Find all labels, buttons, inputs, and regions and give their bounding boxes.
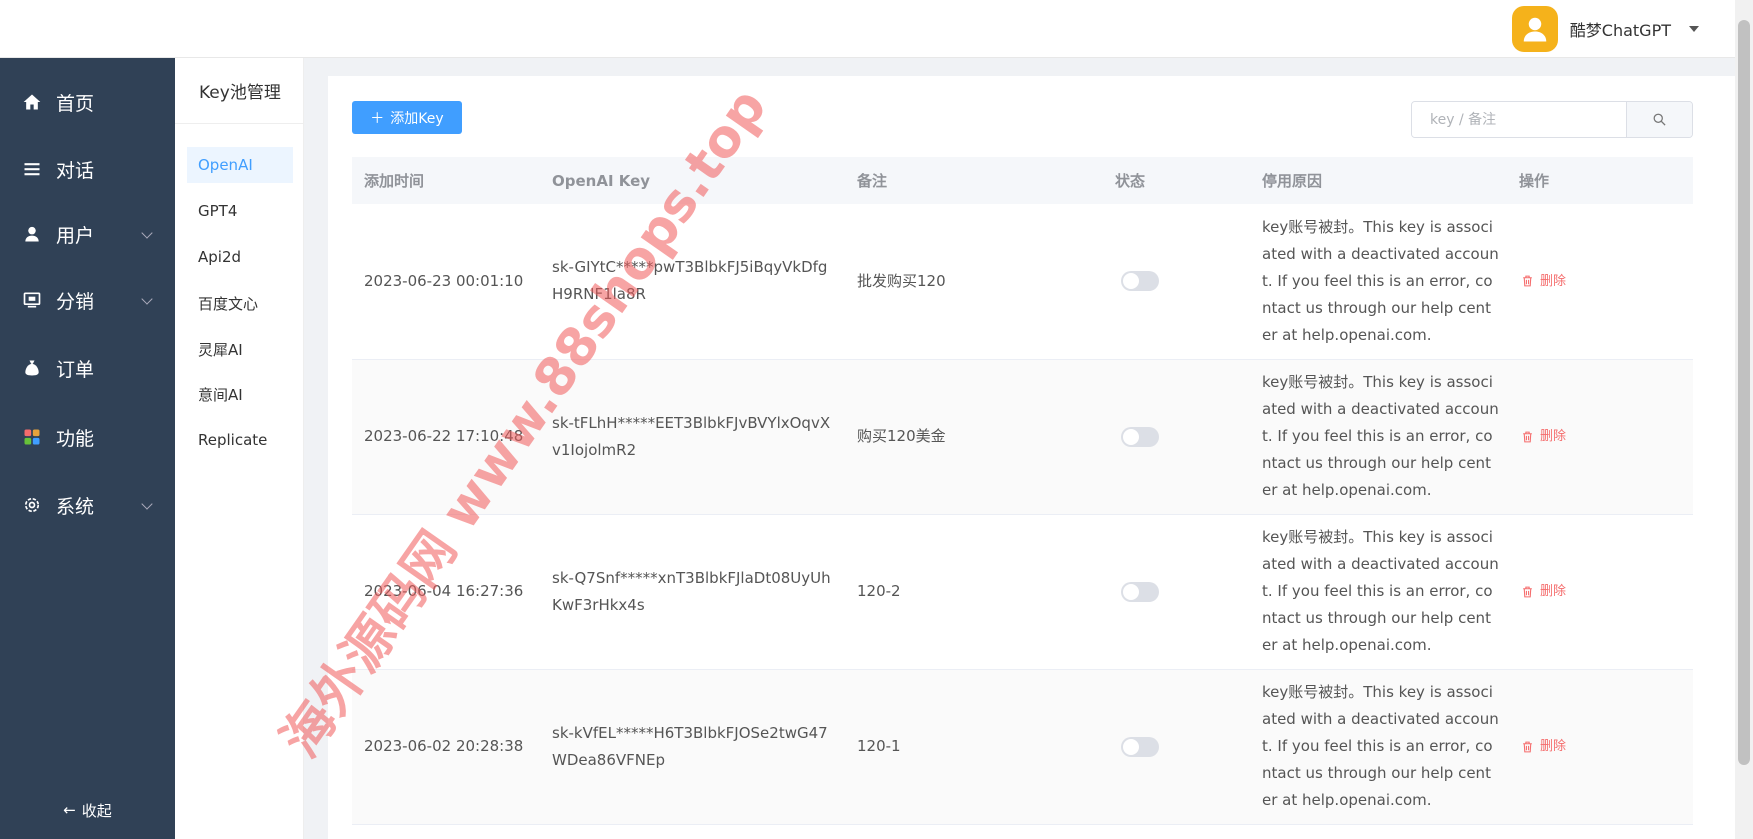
plus-icon: ＋ — [370, 110, 385, 127]
user-menu[interactable]: 酷梦ChatGPT — [1511, 6, 1699, 52]
add-key-label: 添加Key — [390, 110, 444, 127]
list-icon — [20, 157, 44, 181]
added-time: 2023-06-22 17:10:48 — [364, 427, 524, 445]
note: 120-2 — [857, 582, 901, 600]
delete-button[interactable]: 删除 — [1519, 423, 1693, 450]
sub-item-yijian[interactable]: 意间AI — [187, 376, 293, 412]
table-row: 2023-06-22 17:10:48 sk-tFLhH*****EET3Blb… — [352, 359, 1693, 514]
status-toggle[interactable] — [1121, 736, 1159, 757]
sidebar-item-label: 功能 — [56, 427, 95, 450]
trash-icon — [1523, 741, 1532, 752]
sidebar-item-home[interactable]: 首页 — [0, 75, 175, 129]
delete-button[interactable]: 删除 — [1519, 578, 1693, 605]
scrollbar-thumb[interactable] — [1738, 20, 1750, 765]
disable-reason: key账号被封。This key is associated with a de… — [1262, 528, 1499, 654]
sidebar-item-label: 订单 — [56, 358, 95, 381]
avatar — [1511, 6, 1558, 52]
status-toggle[interactable] — [1121, 271, 1159, 292]
delete-label: 删除 — [1540, 429, 1567, 444]
key-list-card: ＋ 添加Key 添加时间 OpenAI Key 备注 状态 停用原因 操作 20… — [328, 76, 1735, 839]
sub-item-baidu[interactable]: 百度文心 — [187, 285, 293, 321]
openai-key: sk-kVfEL*****H6T3BlbkFJOSe2twG47WDea86VF… — [552, 723, 828, 769]
delete-label: 删除 — [1540, 584, 1567, 599]
search-input[interactable] — [1412, 102, 1626, 137]
sidebar-item-users[interactable]: 用户 — [0, 207, 175, 261]
key-pool-sidebar: Key池管理 OpenAI GPT4 Api2d 百度文心 灵犀AI 意间AI … — [175, 58, 304, 839]
added-time: 2023-06-04 16:27:36 — [364, 582, 524, 600]
sidebar-item-label: 首页 — [56, 92, 95, 115]
user-avatar-icon — [1523, 17, 1547, 42]
chevron-down-icon — [141, 498, 153, 510]
column-header: 停用原因 — [1262, 172, 1323, 190]
table-row: 2023-06-02 20:28:38 sk-kVfEL*****H6T3Blb… — [352, 669, 1693, 824]
sidebar-item-system[interactable]: 系统 — [0, 478, 175, 532]
status-toggle[interactable] — [1121, 581, 1159, 602]
sub-item-lingxi[interactable]: 灵犀AI — [187, 331, 293, 367]
subsidebar-title: Key池管理 — [175, 58, 303, 124]
disable-reason: key账号被封。This key is associated with a de… — [1262, 683, 1499, 809]
sidebar-item-label: 用户 — [56, 224, 95, 247]
trash-icon — [1523, 275, 1532, 287]
column-header: 状态 — [1115, 172, 1146, 190]
sub-item-api2d[interactable]: Api2d — [187, 239, 293, 275]
main-sidebar: 首页 对话 用户 分销 订单 功能 系统 ← 收起 — [0, 58, 175, 839]
chevron-down-icon — [141, 227, 153, 239]
key-table: 添加时间 OpenAI Key 备注 状态 停用原因 操作 2023-06-23… — [352, 157, 1693, 825]
disable-reason: key账号被封。This key is associated with a de… — [1262, 373, 1499, 499]
chevron-down-icon — [141, 293, 153, 305]
openai-key: sk-tFLhH*****EET3BlbkFJvBVYlxOqvXv1Iojol… — [552, 413, 831, 459]
monitor-icon — [20, 288, 44, 312]
sidebar-item-orders[interactable]: 订单 — [0, 341, 175, 395]
column-header: 备注 — [857, 172, 888, 190]
sidebar-item-distribution[interactable]: 分销 — [0, 273, 175, 327]
openai-key: sk-GIYtC*****pwT3BlbkFJ5iBqyVkDfgH9RNF1l… — [552, 258, 828, 304]
table-row: 2023-06-04 16:27:36 sk-Q7Snf*****xnT3Blb… — [352, 514, 1693, 669]
added-time: 2023-06-23 00:01:10 — [364, 271, 524, 290]
sub-item-gpt4[interactable]: GPT4 — [187, 193, 293, 229]
collapse-button[interactable]: ← 收起 — [0, 781, 175, 839]
table-header: 添加时间 OpenAI Key 备注 状态 停用原因 操作 — [352, 157, 1693, 204]
grid-icon — [20, 425, 44, 449]
search-button[interactable] — [1626, 102, 1692, 137]
delete-button[interactable]: 删除 — [1519, 268, 1693, 295]
sidebar-item-label: 系统 — [56, 495, 95, 518]
note: 批发购买120 — [857, 271, 946, 290]
delete-label: 删除 — [1540, 273, 1567, 289]
home-icon — [20, 90, 44, 114]
delete-label: 删除 — [1540, 739, 1567, 754]
column-header: OpenAI Key — [552, 171, 651, 190]
added-time: 2023-06-02 20:28:38 — [364, 737, 524, 755]
collapse-label: 收起 — [81, 801, 112, 820]
sidebar-item-chat[interactable]: 对话 — [0, 142, 175, 196]
window-scrollbar[interactable] — [1735, 0, 1753, 839]
openai-key: sk-Q7Snf*****xnT3BlbkFJlaDt08UyUhKwF3rHk… — [552, 568, 831, 614]
top-header: 酷梦ChatGPT — [0, 0, 1735, 58]
status-toggle[interactable] — [1121, 426, 1159, 447]
note: 购买120美金 — [857, 427, 946, 445]
sub-item-openai[interactable]: OpenAI — [187, 147, 293, 183]
column-header: 操作 — [1519, 172, 1550, 190]
gear-icon — [20, 493, 44, 517]
table-row: 2023-06-23 00:01:10 sk-GIYtC*****pwT3Blb… — [352, 204, 1693, 359]
delete-button[interactable]: 删除 — [1519, 733, 1693, 760]
sidebar-item-label: 对话 — [56, 159, 95, 182]
search-box — [1411, 101, 1693, 138]
user-icon — [20, 222, 44, 246]
sidebar-item-features[interactable]: 功能 — [0, 410, 175, 464]
note: 120-1 — [857, 737, 901, 755]
money-bag-icon — [20, 356, 44, 380]
column-header: 添加时间 — [364, 172, 425, 190]
caret-down-icon — [1689, 26, 1699, 32]
user-name: 酷梦ChatGPT — [1569, 21, 1671, 40]
disable-reason: key账号被封。This key is associated with a de… — [1262, 217, 1499, 344]
trash-icon — [1523, 431, 1532, 442]
arrow-left-icon: ← — [63, 801, 76, 819]
sub-item-replicate[interactable]: Replicate — [187, 422, 293, 458]
trash-icon — [1523, 586, 1532, 597]
add-key-button[interactable]: ＋ 添加Key — [352, 101, 462, 134]
search-icon — [1653, 113, 1666, 126]
sidebar-item-label: 分销 — [56, 290, 95, 313]
